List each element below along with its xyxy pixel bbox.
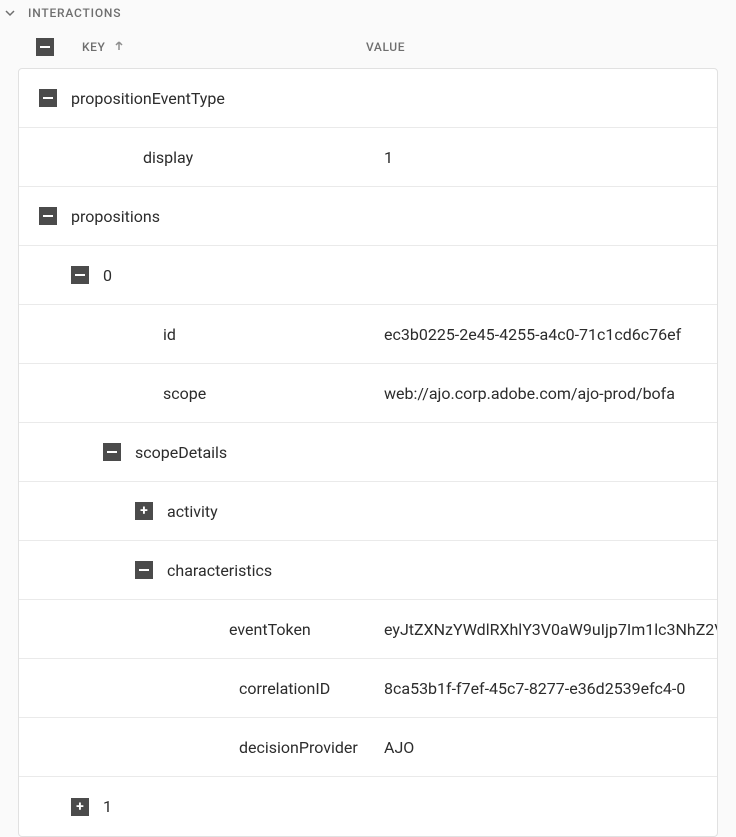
key-cell: eventToken — [39, 620, 384, 639]
collapse-icon[interactable] — [103, 443, 121, 461]
key-label: activity — [167, 502, 218, 521]
collapse-icon[interactable] — [135, 561, 153, 579]
key-cell: propositionEventType — [39, 89, 384, 108]
key-cell: activity — [39, 502, 384, 521]
value-cell: eyJtZXNzYWdlRXhlY3V0aW9uIjp7Im1lc3NhZ2V — [384, 620, 717, 639]
tree-row: display 1 — [19, 128, 717, 187]
key-cell: scopeDetails — [39, 443, 384, 462]
section-title: INTERACTIONS — [28, 6, 121, 20]
key-label: display — [143, 148, 193, 167]
value-cell: ec3b0225-2e45-4255-a4c0-71c1cd6c76ef — [384, 325, 717, 344]
sort-ascending-icon[interactable] — [114, 40, 124, 54]
key-label: characteristics — [167, 561, 272, 580]
key-label: 1 — [103, 797, 112, 816]
key-cell: 0 — [39, 266, 384, 285]
key-label: id — [163, 325, 176, 344]
key-label: propositionEventType — [71, 89, 225, 108]
tree-row: characteristics — [19, 541, 717, 600]
chevron-down-icon — [4, 7, 16, 19]
collapse-all-toggle[interactable] — [36, 38, 54, 56]
value-cell: 8ca53b1f-f7ef-45c7-8277-e36d2539efc4-0 — [384, 679, 717, 698]
tree-row: decisionProvider AJO — [19, 718, 717, 777]
section-header[interactable]: INTERACTIONS — [0, 0, 736, 26]
key-label: 0 — [103, 266, 112, 285]
collapse-icon[interactable] — [39, 89, 57, 107]
key-column-header[interactable]: KEY — [82, 40, 106, 54]
key-label: eventToken — [229, 620, 311, 639]
table-header: KEY VALUE — [0, 26, 736, 68]
key-label: correlationID — [239, 679, 330, 698]
key-label: scope — [163, 384, 206, 403]
key-cell: correlationID — [39, 679, 384, 698]
tree-row: propositions — [19, 187, 717, 246]
tree-row: 1 — [19, 777, 717, 836]
key-label: scopeDetails — [135, 443, 227, 462]
value-column-header[interactable]: VALUE — [366, 40, 405, 54]
key-cell: display — [39, 148, 384, 167]
expand-icon[interactable] — [71, 798, 89, 816]
key-cell: characteristics — [39, 561, 384, 580]
collapse-icon[interactable] — [71, 266, 89, 284]
key-label: propositions — [71, 207, 160, 226]
key-cell: scope — [39, 384, 384, 403]
tree-row: propositionEventType — [19, 69, 717, 128]
key-cell: decisionProvider — [39, 738, 384, 757]
key-cell: propositions — [39, 207, 384, 226]
tree-row: 0 — [19, 246, 717, 305]
collapse-icon[interactable] — [39, 207, 57, 225]
tree-row: id ec3b0225-2e45-4255-a4c0-71c1cd6c76ef — [19, 305, 717, 364]
tree-row: activity — [19, 482, 717, 541]
key-label: decisionProvider — [239, 738, 358, 757]
value-cell: AJO — [384, 738, 717, 757]
expand-icon[interactable] — [135, 502, 153, 520]
key-cell: id — [39, 325, 384, 344]
tree-table: propositionEventType display 1 propositions… — [18, 68, 718, 837]
value-cell: 1 — [384, 148, 717, 167]
value-cell: web://ajo.corp.adobe.com/ajo-prod/bofa — [384, 384, 717, 403]
key-cell: 1 — [39, 797, 384, 816]
tree-row: eventToken eyJtZXNzYWdlRXhlY3V0aW9uIjp7Im… — [19, 600, 717, 659]
tree-row: scopeDetails — [19, 423, 717, 482]
tree-row: scope web://ajo.corp.adobe.com/ajo-prod/b… — [19, 364, 717, 423]
tree-row: correlationID 8ca53b1f-f7ef-45c7-8277-e36… — [19, 659, 717, 718]
